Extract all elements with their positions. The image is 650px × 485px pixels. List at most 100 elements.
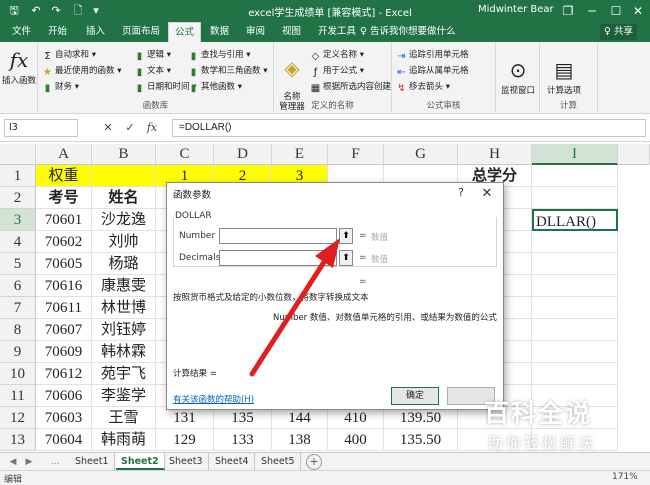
column-header-f[interactable]: F: [328, 144, 384, 165]
recent-functions-button[interactable]: ★ 最近使用的函数 ▾: [42, 64, 121, 78]
column-header-g[interactable]: G: [384, 144, 458, 165]
sheet-tab-sheet3[interactable]: Sheet3: [164, 453, 209, 470]
number-arg-input[interactable]: [219, 228, 337, 244]
cell-i10[interactable]: [532, 363, 618, 385]
cell-a3[interactable]: 70601: [36, 209, 92, 231]
text-button[interactable]: ▮ 文本 ▾: [134, 64, 171, 78]
row-header-3[interactable]: 3: [0, 209, 36, 231]
cell-b9[interactable]: 韩林霖: [92, 341, 156, 363]
tab-developer[interactable]: 开发工具: [312, 22, 362, 42]
cell-a1[interactable]: 权重: [36, 165, 92, 187]
cell-i7[interactable]: [532, 297, 618, 319]
cell-g12[interactable]: 139.50: [384, 407, 458, 429]
row-header-8[interactable]: 8: [0, 319, 36, 341]
insert-function-button[interactable]: fx 插入函数: [2, 48, 36, 86]
cell-i2[interactable]: [532, 187, 618, 209]
row-header-12[interactable]: 12: [0, 407, 36, 429]
function-help-link[interactable]: 有关该函数的帮助(H): [173, 393, 254, 405]
save-icon[interactable]: 🖫: [6, 3, 22, 19]
row-header-9[interactable]: 9: [0, 341, 36, 363]
cancel-icon[interactable]: ✕: [100, 120, 116, 136]
share-button[interactable]: ♀ 共享: [600, 24, 637, 40]
sheet-prev-icon[interactable]: ◀: [6, 455, 20, 469]
tab-home[interactable]: 开始: [42, 22, 73, 42]
help-icon[interactable]: ?: [453, 186, 469, 202]
logical-button[interactable]: ▮ 逻辑 ▾: [134, 48, 171, 62]
cell-c12[interactable]: 131: [156, 407, 214, 429]
cell-e12[interactable]: 144: [272, 407, 328, 429]
row-header-6[interactable]: 6: [0, 275, 36, 297]
more-sheets-icon[interactable]: …: [48, 455, 62, 469]
number-collapse-button[interactable]: ⬆: [339, 228, 353, 244]
cell-b11[interactable]: 李鉴学: [92, 385, 156, 407]
cell-i1[interactable]: [532, 165, 618, 187]
sheet-tab-sheet5[interactable]: Sheet5: [256, 453, 301, 470]
sheet-tab-sheet4[interactable]: Sheet4: [210, 453, 255, 470]
column-header-d[interactable]: D: [214, 144, 272, 165]
tab-file[interactable]: 文件: [6, 22, 37, 42]
cell-b5[interactable]: 杨璐: [92, 253, 156, 275]
cell-a12[interactable]: 70603: [36, 407, 92, 429]
cell-a2[interactable]: 考号: [36, 187, 92, 209]
cell-b12[interactable]: 王雪: [92, 407, 156, 429]
cell-g13[interactable]: 135.50: [384, 429, 458, 451]
cell-b1[interactable]: [92, 165, 156, 187]
cell-i5[interactable]: [532, 253, 618, 275]
tab-data[interactable]: 数据: [204, 22, 235, 42]
cell-b8[interactable]: 刘钰婷: [92, 319, 156, 341]
zoom-level[interactable]: 171%: [612, 472, 638, 482]
cell-a11[interactable]: 70606: [36, 385, 92, 407]
cell-a5[interactable]: 70605: [36, 253, 92, 275]
financial-button[interactable]: ▮ 财务 ▾: [42, 80, 79, 94]
redo-icon[interactable]: ↷: [48, 3, 64, 19]
cell-b13[interactable]: 韩雨萌: [92, 429, 156, 451]
row-header-2[interactable]: 2: [0, 187, 36, 209]
trace-precedents-button[interactable]: ⇥ 追踪引用单元格: [396, 48, 468, 62]
autosum-button[interactable]: Σ 自动求和 ▾: [42, 48, 96, 62]
cell-b4[interactable]: 刘帅: [92, 231, 156, 253]
column-header-c[interactable]: C: [156, 144, 214, 165]
cell-i4[interactable]: [532, 231, 618, 253]
cell-a8[interactable]: 70607: [36, 319, 92, 341]
ribbon-display-icon[interactable]: ❐: [556, 2, 580, 20]
cell-b10[interactable]: 苑宇飞: [92, 363, 156, 385]
tab-review[interactable]: 审阅: [240, 22, 271, 42]
cell-d13[interactable]: 133: [214, 429, 272, 451]
undo-icon[interactable]: ↶: [28, 3, 44, 19]
name-box[interactable]: I3: [4, 119, 78, 137]
watch-window-button[interactable]: ⊙ 监视窗口: [500, 58, 536, 96]
column-header-e[interactable]: E: [272, 144, 328, 165]
qat-customize-icon[interactable]: ▾: [88, 3, 104, 19]
row-header-7[interactable]: 7: [0, 297, 36, 319]
cell-b6[interactable]: 康惠雯: [92, 275, 156, 297]
sheet-next-icon[interactable]: ▶: [22, 455, 36, 469]
row-header-13[interactable]: 13: [0, 429, 36, 451]
cell-a10[interactable]: 70612: [36, 363, 92, 385]
cell-c13[interactable]: 129: [156, 429, 214, 451]
define-name-button[interactable]: ◇ 定义名称 ▾: [310, 48, 364, 62]
row-header-11[interactable]: 11: [0, 385, 36, 407]
remove-arrows-button[interactable]: ↯ 移去箭头 ▾: [396, 80, 450, 94]
column-header-h[interactable]: H: [458, 144, 532, 165]
sheet-tab-sheet1[interactable]: Sheet1: [70, 453, 115, 470]
cell-b2[interactable]: 姓名: [92, 187, 156, 209]
insert-function-fx-icon[interactable]: fx: [144, 120, 160, 136]
maximize-icon[interactable]: ☐: [604, 2, 628, 20]
cell-a7[interactable]: 70611: [36, 297, 92, 319]
row-header-10[interactable]: 10: [0, 363, 36, 385]
close-window-icon[interactable]: ✕: [626, 2, 650, 20]
math-button[interactable]: ▮ 数学和三角函数 ▾: [188, 64, 268, 78]
row-header-1[interactable]: 1: [0, 165, 36, 187]
cell-b7[interactable]: 林世博: [92, 297, 156, 319]
tell-me-search[interactable]: ♀ 告诉我你想要做什么: [360, 22, 455, 42]
ok-button[interactable]: 确定: [391, 387, 439, 405]
cell-a13[interactable]: 70604: [36, 429, 92, 451]
formula-input[interactable]: =DOLLAR(): [172, 119, 646, 137]
cell-b3[interactable]: 沙龙逸: [92, 209, 156, 231]
lookup-button[interactable]: ▮ 查找与引用 ▾: [188, 48, 251, 62]
decimals-collapse-button[interactable]: ⬆: [339, 250, 353, 266]
sheet-tab-sheet2[interactable]: Sheet2: [116, 453, 165, 470]
cell-f13[interactable]: 400: [328, 429, 384, 451]
cell-d12[interactable]: 135: [214, 407, 272, 429]
cell-f12[interactable]: 410: [328, 407, 384, 429]
